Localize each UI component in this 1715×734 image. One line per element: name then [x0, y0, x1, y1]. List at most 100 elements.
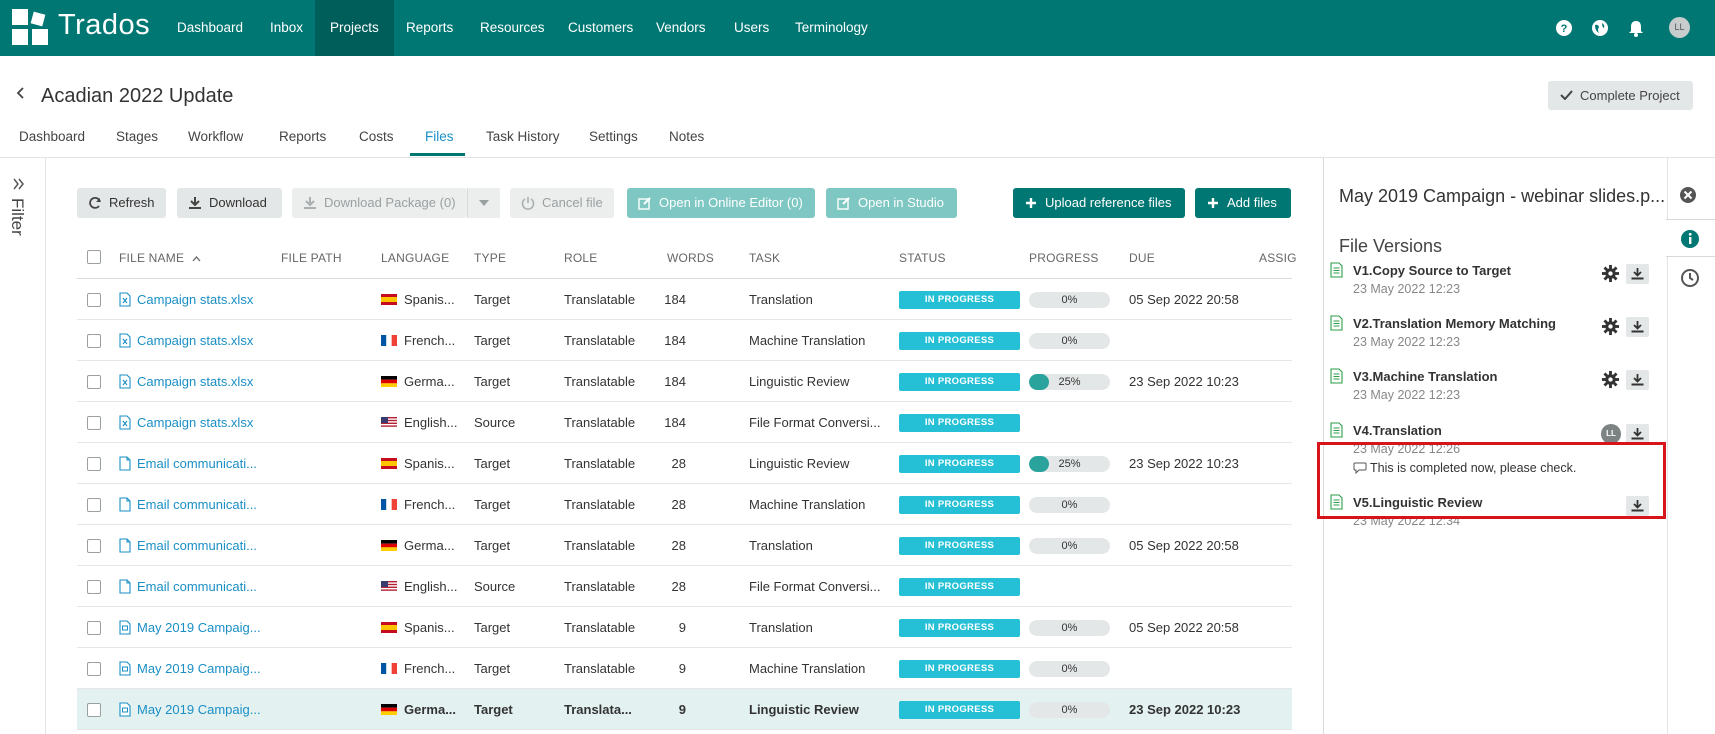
file-name-link[interactable]: Email communicati... — [137, 538, 257, 553]
download-icon — [1631, 321, 1644, 333]
table-row[interactable]: Email communicati... French... Target Trans… — [77, 484, 1355, 525]
complete-project-button[interactable]: Complete Project — [1548, 81, 1693, 110]
row-checkbox[interactable] — [87, 457, 101, 471]
version-download-button[interactable] — [1626, 370, 1649, 390]
table-row[interactable]: Email communicati... Spanis... Target Trans… — [77, 443, 1357, 484]
row-checkbox[interactable] — [87, 293, 101, 307]
cancel-file-button[interactable]: Cancel file — [510, 188, 614, 218]
nav-resources[interactable]: Resources — [465, 0, 560, 56]
globe-icon[interactable] — [1591, 19, 1609, 37]
tab-task-history[interactable]: Task History — [486, 129, 560, 144]
version-download-button[interactable] — [1626, 317, 1649, 337]
row-checkbox[interactable] — [87, 334, 101, 348]
notifications-bell-icon[interactable] — [1627, 19, 1645, 37]
nav-projects[interactable]: Projects — [315, 0, 394, 56]
nav-inbox[interactable]: Inbox — [255, 0, 318, 56]
user-avatar[interactable]: LL — [1669, 17, 1690, 38]
nav-vendors[interactable]: Vendors — [641, 0, 721, 56]
column-header-language[interactable]: LANGUAGE — [381, 251, 449, 265]
file-name-link[interactable]: Campaign stats.xlsx — [137, 292, 253, 307]
add-files-button[interactable]: Add files — [1195, 188, 1291, 218]
version-download-button[interactable] — [1626, 424, 1649, 444]
tab-dashboard[interactable]: Dashboard — [19, 129, 85, 144]
tab-notes[interactable]: Notes — [669, 129, 704, 144]
open-in-studio-button[interactable]: Open in Studio — [826, 188, 957, 218]
filter-label[interactable]: Filter — [7, 198, 27, 236]
tab-settings[interactable]: Settings — [589, 129, 638, 144]
filter-panel-toggle[interactable]: Filter — [0, 158, 46, 734]
row-checkbox[interactable] — [87, 580, 101, 594]
nav-dashboard[interactable]: Dashboard — [162, 0, 258, 56]
nav-reports[interactable]: Reports — [391, 0, 468, 56]
table-row[interactable]: Campaign stats.xlsx Spanis... Target Transl… — [77, 279, 1357, 320]
column-header-task[interactable]: TASK — [749, 251, 780, 265]
row-checkbox[interactable] — [87, 375, 101, 389]
file-name-link[interactable]: Campaign stats.xlsx — [137, 333, 253, 348]
version-settings-gear[interactable] — [1601, 264, 1621, 284]
tab-files[interactable]: Files — [425, 129, 454, 144]
nav-users[interactable]: Users — [719, 0, 784, 56]
info-icon[interactable] — [1680, 229, 1700, 249]
help-icon[interactable]: ? — [1555, 19, 1573, 37]
column-header-file-path[interactable]: FILE PATH — [281, 251, 342, 265]
type-cell: Target — [474, 620, 511, 635]
column-header-progress[interactable]: PROGRESS — [1029, 251, 1099, 265]
column-header-type[interactable]: TYPE — [474, 251, 506, 265]
version-settings-gear[interactable] — [1601, 370, 1621, 390]
tab-costs[interactable]: Costs — [359, 129, 394, 144]
table-row[interactable]: Campaign stats.xlsx Germa... Target Transla… — [77, 361, 1357, 402]
back-arrow-icon[interactable] — [14, 86, 28, 100]
row-checkbox[interactable] — [87, 662, 101, 676]
role-cell: Translatable — [564, 661, 636, 676]
version-settings-gear[interactable] — [1601, 317, 1621, 337]
file-name-link[interactable]: Campaign stats.xlsx — [137, 415, 253, 430]
type-cell: Target — [474, 333, 511, 348]
open-online-editor-button[interactable]: Open in Online Editor (0) — [627, 188, 815, 218]
table-row[interactable]: Campaign stats.xlsx English... Source Trans… — [77, 402, 1355, 443]
column-header-words[interactable]: WORDS — [667, 251, 714, 265]
expand-double-chevron-icon[interactable] — [12, 177, 26, 191]
download-package-dropdown[interactable] — [467, 188, 500, 218]
tab-stages[interactable]: Stages — [116, 129, 158, 144]
file-name-link[interactable]: May 2019 Campaig... — [137, 620, 261, 635]
row-checkbox[interactable] — [87, 416, 101, 430]
download-button[interactable]: Download — [177, 188, 282, 218]
tab-workflow[interactable]: Workflow — [188, 129, 243, 144]
trados-logo-icon[interactable] — [12, 9, 48, 45]
progress-bar: 25% — [1029, 456, 1110, 472]
row-checkbox[interactable] — [87, 539, 101, 553]
app-logo-text[interactable]: Trados — [58, 9, 150, 42]
table-row[interactable]: Email communicati... Germa... Target Transl… — [77, 525, 1357, 566]
download-package-button[interactable]: Download Package (0) — [292, 188, 467, 218]
history-clock-icon[interactable] — [1680, 268, 1700, 288]
table-row[interactable]: May 2019 Campaig... Spanis... Target Transl… — [77, 607, 1357, 648]
panel-file-title: May 2019 Campaign - webinar slides.p... — [1339, 186, 1666, 206]
column-header-status[interactable]: STATUS — [899, 251, 946, 265]
refresh-button[interactable]: Refresh — [77, 188, 166, 218]
tab-reports[interactable]: Reports — [279, 129, 326, 144]
table-row[interactable]: May 2019 Campaig... Germa... Target Transla… — [77, 689, 1357, 730]
row-checkbox[interactable] — [87, 621, 101, 635]
row-checkbox[interactable] — [87, 703, 101, 717]
file-name-link[interactable]: Email communicati... — [137, 456, 257, 471]
file-name-link[interactable]: Email communicati... — [137, 497, 257, 512]
file-name-link[interactable]: May 2019 Campaig... — [137, 661, 261, 676]
table-row[interactable]: May 2019 Campaig... French... Target Transl… — [77, 648, 1355, 689]
version-author-avatar[interactable]: LL — [1601, 424, 1621, 444]
table-row[interactable]: Campaign stats.xlsx French... Target Transl… — [77, 320, 1355, 361]
version-download-button[interactable] — [1626, 264, 1649, 284]
nav-customers[interactable]: Customers — [553, 0, 648, 56]
nav-terminology[interactable]: Terminology — [780, 0, 883, 56]
table-row[interactable]: Email communicati... English... Source Tran… — [77, 566, 1355, 607]
column-header-role[interactable]: ROLE — [564, 251, 597, 265]
file-name-link[interactable]: May 2019 Campaig... — [137, 702, 261, 717]
file-name-link[interactable]: Campaign stats.xlsx — [137, 374, 253, 389]
select-all-checkbox[interactable] — [87, 250, 101, 264]
task-cell: Linguistic Review — [749, 374, 850, 389]
file-name-link[interactable]: Email communicati... — [137, 579, 257, 594]
column-header-file-name[interactable]: FILE NAME — [119, 251, 201, 265]
column-header-assignee[interactable]: ASSIG — [1259, 251, 1297, 265]
row-checkbox[interactable] — [87, 498, 101, 512]
upload-reference-files-button[interactable]: Upload reference files — [1013, 188, 1185, 218]
column-header-due[interactable]: DUE — [1129, 251, 1155, 265]
